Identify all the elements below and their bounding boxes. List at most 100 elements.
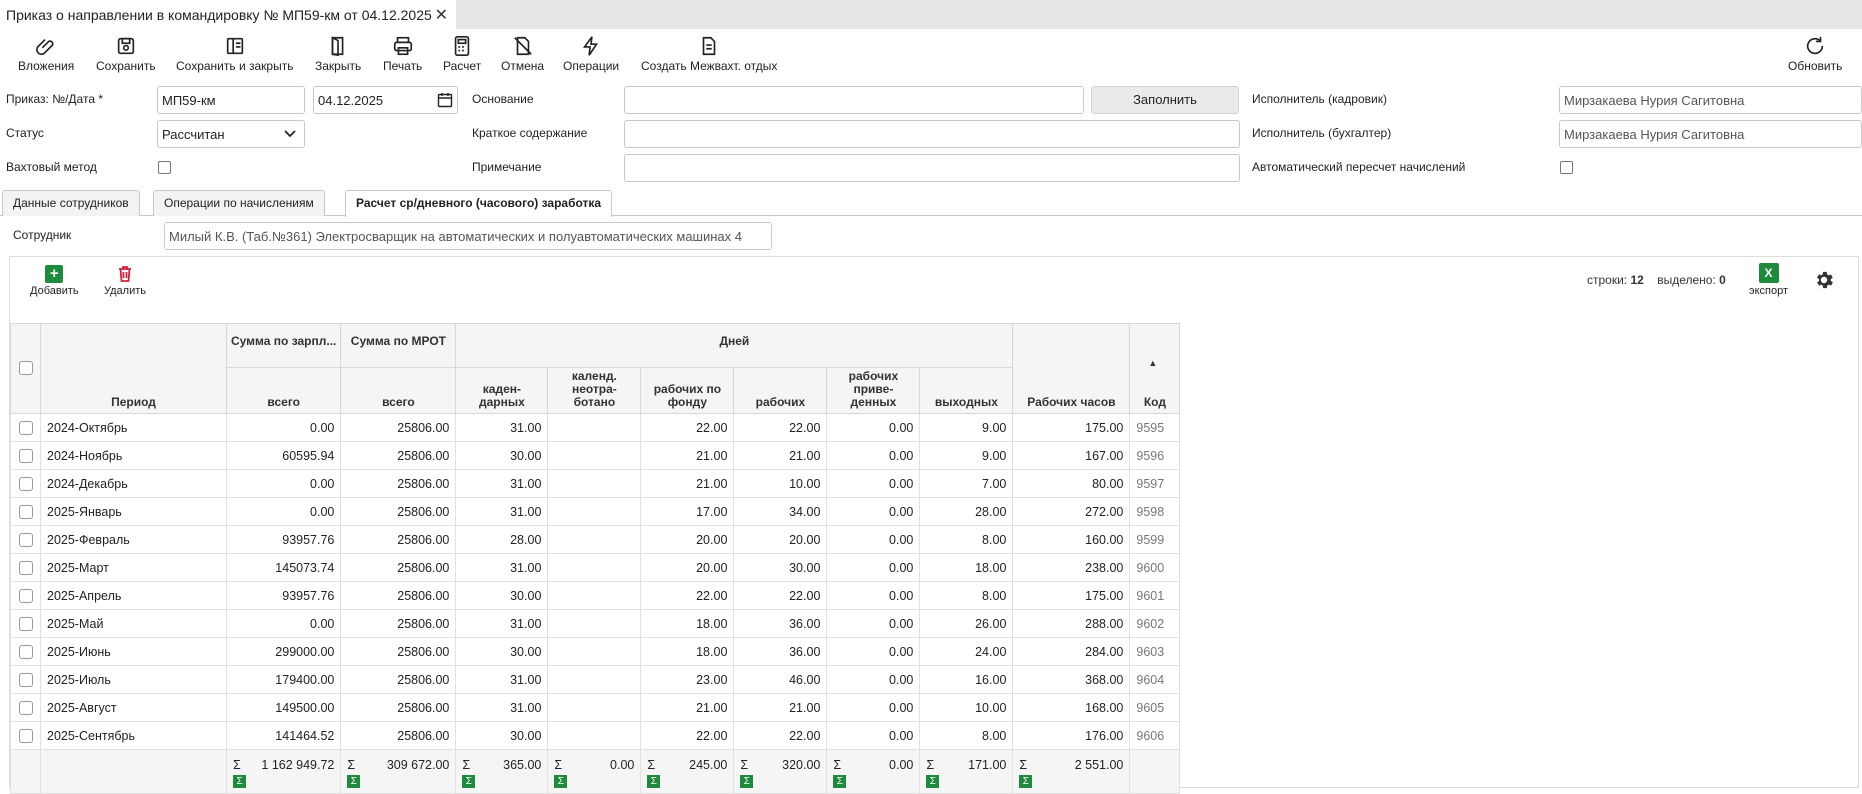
sum-badge-icon[interactable]: Σ	[647, 775, 661, 788]
tab-employee-data[interactable]: Данные сотрудников	[2, 190, 140, 216]
col-work-reduced[interactable]: рабочих приве-денных	[826, 367, 921, 414]
col-calendar-days[interactable]: каден-дарных	[455, 367, 549, 414]
col-code[interactable]: ▲ Код	[1129, 323, 1181, 414]
table-row[interactable]: 2025-Сентябрь 141464.52 25806.00 30.00 22.00…	[10, 721, 1181, 750]
employee-input[interactable]: Милый К.В. (Таб.№361) Электросварщик на …	[164, 222, 772, 250]
attachments-button[interactable]: Вложения	[18, 35, 74, 73]
row-select-cell[interactable]	[10, 637, 41, 666]
col-calendar-unworked[interactable]: календ. неотра-ботано	[547, 367, 642, 414]
sum-badge-icon[interactable]: Σ	[740, 775, 754, 788]
cell-salary: 0.00	[225, 469, 342, 498]
col-work-hours[interactable]: Рабочих часов	[1012, 323, 1131, 414]
cancel-button[interactable]: Отмена	[501, 35, 544, 73]
col-weekend-days[interactable]: выходных	[919, 367, 1014, 414]
delete-row-button[interactable]: Удалить	[104, 265, 146, 297]
table-row[interactable]: 2025-Февраль 93957.76 25806.00 28.00 20.00 20…	[10, 525, 1181, 554]
gear-icon[interactable]	[1813, 269, 1835, 291]
table-row[interactable]: 2024-Октябрь 0.00 25806.00 31.00 22.00 22.00 0…	[10, 413, 1181, 442]
row-select-cell[interactable]	[10, 525, 41, 554]
row-checkbox[interactable]	[18, 504, 33, 519]
select-all-header[interactable]	[10, 323, 41, 414]
row-checkbox[interactable]	[18, 532, 33, 547]
summary-input[interactable]	[624, 120, 1240, 148]
tab-accrual-operations[interactable]: Операции по начислениям	[153, 190, 325, 216]
printer-icon	[393, 36, 412, 56]
table-row[interactable]: 2024-Декабрь 0.00 25806.00 31.00 21.00 10.00 0…	[10, 469, 1181, 498]
table-row[interactable]: 2025-Август 149500.00 25806.00 31.00 21.00 21…	[10, 693, 1181, 722]
row-select-cell[interactable]	[10, 553, 41, 582]
close-button[interactable]: Закрыть	[315, 35, 361, 73]
export-button[interactable]: X экспорт	[1749, 263, 1788, 297]
table-row[interactable]: 2025-Январь 0.00 25806.00 31.00 17.00 34.00 0.…	[10, 497, 1181, 526]
table-row[interactable]: 2025-Май 0.00 25806.00 31.00 18.00 36.00 0.00 2…	[10, 609, 1181, 638]
table-row[interactable]: 2025-Апрель 93957.76 25806.00 30.00 22.00 22.…	[10, 581, 1181, 610]
col-mrot-sum[interactable]: Сумма по МРОТ	[340, 323, 457, 368]
save-button[interactable]: Сохранить	[96, 35, 156, 73]
order-date-input[interactable]: 04.12.2025	[313, 86, 458, 114]
print-label: Печать	[383, 59, 423, 73]
fill-button[interactable]: Заполнить	[1091, 86, 1239, 114]
row-checkbox[interactable]	[18, 644, 33, 659]
cell-hours: 368.00	[1012, 665, 1131, 694]
document-tab[interactable]: Приказ о направлении в командировку № МП…	[0, 0, 456, 29]
row-checkbox[interactable]	[18, 560, 33, 575]
refresh-button[interactable]: Обновить	[1788, 35, 1842, 73]
row-checkbox[interactable]	[18, 448, 33, 463]
auto-recalc-checkbox[interactable]	[1560, 161, 1573, 174]
row-select-cell[interactable]	[10, 469, 41, 498]
table-row[interactable]: 2025-Июнь 299000.00 25806.00 30.00 18.00 36.0…	[10, 637, 1181, 666]
document-tab-title: Приказ о направлении в командировку № МП…	[6, 6, 432, 23]
cell-reduced: 0.00	[826, 609, 921, 638]
close-icon[interactable]: ✕	[435, 5, 448, 25]
row-select-cell[interactable]	[10, 693, 41, 722]
close-label: Закрыть	[315, 59, 362, 73]
row-select-cell[interactable]	[10, 665, 41, 694]
sum-badge-icon[interactable]: Σ	[554, 775, 568, 788]
print-button[interactable]: Печать	[383, 35, 422, 73]
order-number-input[interactable]: МП59-км	[157, 86, 305, 114]
row-select-cell[interactable]	[10, 413, 41, 442]
table-row[interactable]: 2024-Ноябрь 60595.94 25806.00 30.00 21.00 21.…	[10, 441, 1181, 470]
row-select-cell[interactable]	[10, 441, 41, 470]
row-select-cell[interactable]	[10, 581, 41, 610]
row-select-cell[interactable]	[10, 721, 41, 750]
table-row[interactable]: 2025-Март 145073.74 25806.00 31.00 20.00 30.0…	[10, 553, 1181, 582]
note-input[interactable]	[624, 154, 1240, 182]
acc-executor-input[interactable]: Мирзакаева Нурия Сагитовна	[1559, 120, 1862, 148]
table-row[interactable]: 2025-Июль 179400.00 25806.00 31.00 23.00 46.0…	[10, 665, 1181, 694]
col-mrot-total[interactable]: всего	[340, 367, 457, 414]
status-select[interactable]: Рассчитан	[157, 120, 305, 148]
col-period[interactable]: Период	[40, 323, 227, 414]
row-checkbox[interactable]	[18, 616, 33, 631]
row-checkbox[interactable]	[18, 700, 33, 715]
row-checkbox[interactable]	[18, 588, 33, 603]
create-rest-button[interactable]: Создать Межвахт. отдых	[641, 35, 777, 73]
row-checkbox[interactable]	[18, 476, 33, 491]
row-select-cell[interactable]	[10, 497, 41, 526]
calc-button[interactable]: Расчет	[443, 35, 481, 73]
sum-badge-icon[interactable]: Σ	[833, 775, 847, 788]
select-all-checkbox[interactable]	[18, 360, 33, 375]
calendar-icon[interactable]	[437, 92, 453, 108]
sum-badge-icon[interactable]: Σ	[1019, 775, 1033, 788]
basis-input[interactable]	[624, 86, 1084, 114]
col-work-days[interactable]: рабочих	[733, 367, 828, 414]
row-checkbox[interactable]	[18, 672, 33, 687]
sum-badge-icon[interactable]: Σ	[347, 775, 361, 788]
col-salary-sum[interactable]: Сумма по зарпл...	[225, 323, 342, 368]
shift-method-checkbox[interactable]	[158, 161, 171, 174]
hr-executor-input[interactable]: Мирзакаева Нурия Сагитовна	[1559, 86, 1862, 114]
row-checkbox[interactable]	[18, 728, 33, 743]
row-checkbox[interactable]	[18, 420, 33, 435]
row-select-cell[interactable]	[10, 609, 41, 638]
tab-average-earnings[interactable]: Расчет ср/дневного (часового) заработка	[345, 190, 613, 217]
operations-button[interactable]: Операции	[563, 35, 619, 73]
sum-badge-icon[interactable]: Σ	[926, 775, 940, 788]
save-close-button[interactable]: Сохранить и закрыть	[176, 35, 293, 73]
sum-badge-icon[interactable]: Σ	[233, 775, 246, 788]
totals-row: Σ1 162 949.72 Σ Σ 309 672.00 Σ Σ 365.00 Σ Σ 0.…	[10, 749, 1181, 794]
sum-badge-icon[interactable]: Σ	[462, 775, 476, 788]
col-work-fund[interactable]: рабочих по фонду	[640, 367, 735, 414]
add-row-button[interactable]: + Добавить	[30, 265, 79, 297]
col-salary-total[interactable]: всего	[225, 367, 342, 414]
